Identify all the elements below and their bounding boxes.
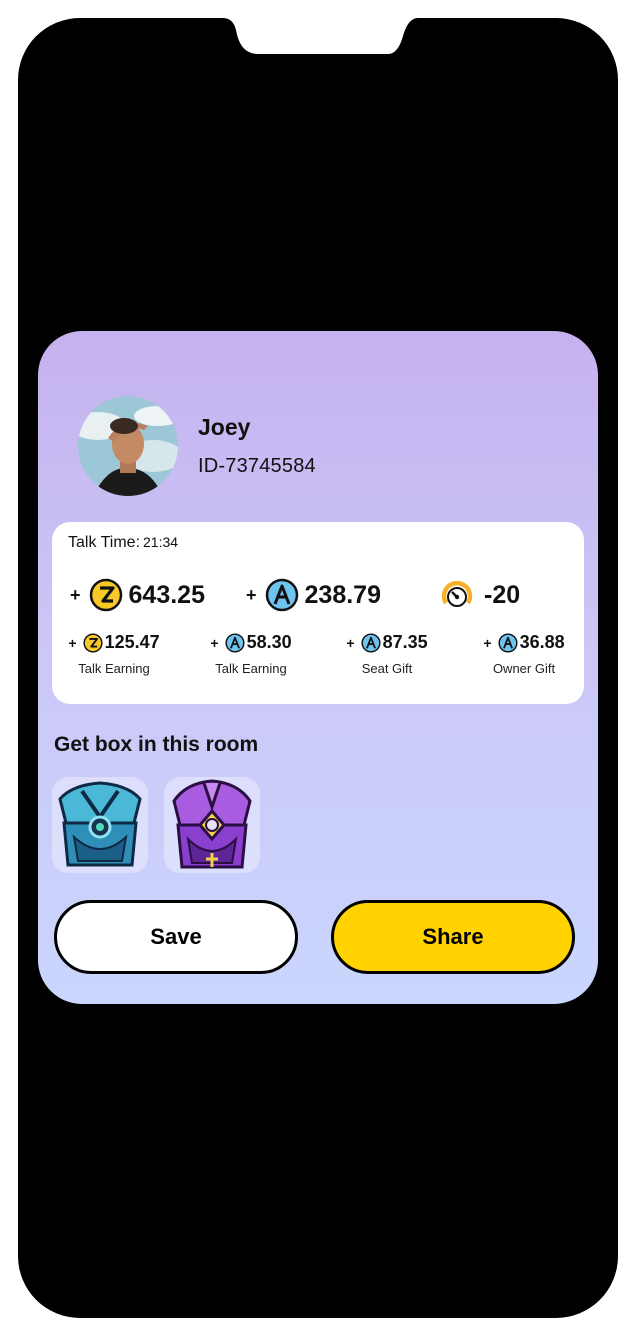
plus-sign: + <box>68 634 77 651</box>
breakdown-caption: Talk Earning <box>78 661 150 676</box>
breakdown-caption: Talk Earning <box>215 661 287 676</box>
breakdown-item: + 87.35 Seat Gift <box>327 632 447 676</box>
room-summary-card: Joey ID-73745584 Talk Time: 21:34 + 643.2… <box>38 331 598 1004</box>
breakdown-value: 87.35 <box>382 632 428 652</box>
breakdown-value: 125.47 <box>104 632 160 652</box>
blue-chest-icon[interactable] <box>52 777 148 873</box>
talk-time: Talk Time: 21:34 <box>68 534 178 552</box>
total-a-value: 238.79 <box>304 580 381 609</box>
total-a-coins: + 238.79 <box>246 578 381 612</box>
total-z-value: 643.25 <box>128 580 205 609</box>
a-coin-icon <box>361 632 381 653</box>
gauge-icon <box>441 580 473 607</box>
user-id: ID-73745584 <box>198 455 316 477</box>
breakdown-value: 58.30 <box>246 632 292 652</box>
save-button[interactable]: Save <box>54 900 298 974</box>
talk-time-label: Talk Time: <box>68 534 141 551</box>
plus-sign: + <box>483 634 492 651</box>
score-change-value: -20 <box>484 580 521 609</box>
a-coin-icon <box>498 632 518 653</box>
a-coin-icon <box>225 632 245 653</box>
user-profile: Joey ID-73745584 <box>78 396 316 496</box>
breakdown-item: + 36.88 Owner Gift <box>464 632 584 676</box>
share-button[interactable]: Share <box>331 900 575 974</box>
score-change: -20 <box>440 578 520 612</box>
earnings-panel: Talk Time: 21:34 + 643.25 + 238.79 -20 +… <box>52 522 584 704</box>
phone-frame: Joey ID-73745584 Talk Time: 21:34 + 643.2… <box>18 18 618 1318</box>
total-z-coins: + 643.25 <box>70 578 205 612</box>
z-coin-icon <box>89 578 122 612</box>
box-list <box>52 777 260 873</box>
purple-chest-icon[interactable] <box>164 777 260 873</box>
z-coin-icon <box>83 632 103 653</box>
breakdown-value: 36.88 <box>519 632 565 652</box>
plus-sign: + <box>210 634 219 651</box>
plus-sign: + <box>246 584 257 605</box>
user-name: Joey <box>198 414 251 440</box>
breakdown-caption: Seat Gift <box>361 661 413 676</box>
talk-time-value: 21:34 <box>143 534 179 550</box>
breakdown-item: + 58.30 Talk Earning <box>191 632 311 676</box>
plus-sign: + <box>70 584 81 605</box>
breakdown-caption: Owner Gift <box>492 661 556 676</box>
a-coin-icon <box>265 578 298 612</box>
plus-sign: + <box>346 634 355 651</box>
avatar[interactable] <box>78 396 178 496</box>
boxes-heading: Get box in this room <box>54 733 259 756</box>
breakdown-item: + 125.47 Talk Earning <box>54 632 174 676</box>
phone-notch <box>223 18 418 54</box>
